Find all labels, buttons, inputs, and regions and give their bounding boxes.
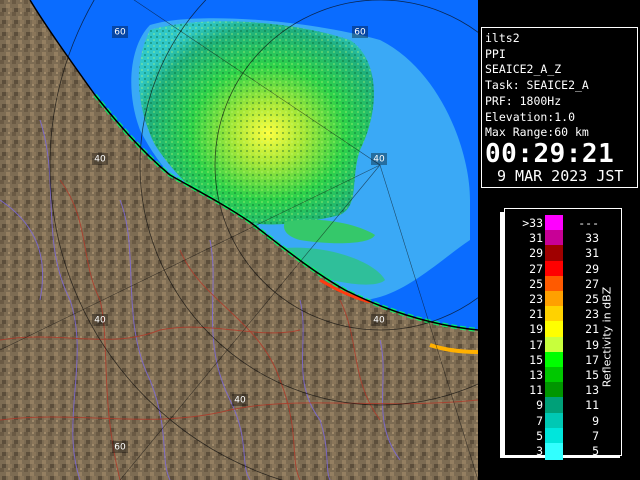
ring-label-1: 60 (112, 26, 128, 38)
legend-color-swatch (545, 443, 563, 460)
svg-text:60: 60 (354, 28, 366, 38)
radar-ppi-image: 60 60 40 40 40 40 40 60 (0, 0, 478, 480)
radar-map[interactable]: 60 60 40 40 40 40 40 60 (0, 0, 478, 480)
legend-row: 35 (505, 443, 621, 460)
ring-label-6: 40 (371, 314, 387, 326)
scan-time: 00:29:21 (485, 138, 615, 169)
ring-label-3: 40 (92, 153, 108, 165)
prf-value: PRF: 1800Hz (485, 93, 562, 108)
legend-lower-bound: 3 (536, 444, 543, 458)
svg-text:40: 40 (373, 155, 385, 165)
legend-title: Reflectivity in dBZ (592, 272, 622, 402)
ring-label-7: 40 (232, 394, 248, 406)
product-name: SEAICE2_A_Z (485, 62, 562, 77)
svg-text:40: 40 (94, 155, 106, 165)
svg-text:60: 60 (114, 443, 126, 453)
ring-label-8: 60 (112, 441, 128, 453)
legend-upper-bound: 5 (592, 444, 599, 458)
legend-title-text: Reflectivity in dBZ (600, 286, 614, 388)
scan-type: PPI (485, 46, 506, 61)
svg-text:40: 40 (373, 316, 385, 326)
task-name: Task: SEAICE2_A (485, 78, 589, 93)
elevation-value: Elevation:1.0 (485, 109, 576, 124)
ring-label-5: 40 (92, 314, 108, 326)
svg-text:60: 60 (114, 28, 126, 38)
radar-info-panel: ilts2 PPI SEAICE2_A_Z Task: SEAICE2_A PR… (481, 27, 638, 188)
scan-date: 9 MAR 2023 JST (497, 166, 624, 185)
svg-text:40: 40 (234, 396, 246, 406)
svg-text:40: 40 (94, 316, 106, 326)
ring-label-4: 40 (371, 153, 387, 165)
station-name: ilts2 (485, 31, 520, 45)
ring-label-2: 60 (352, 26, 368, 38)
